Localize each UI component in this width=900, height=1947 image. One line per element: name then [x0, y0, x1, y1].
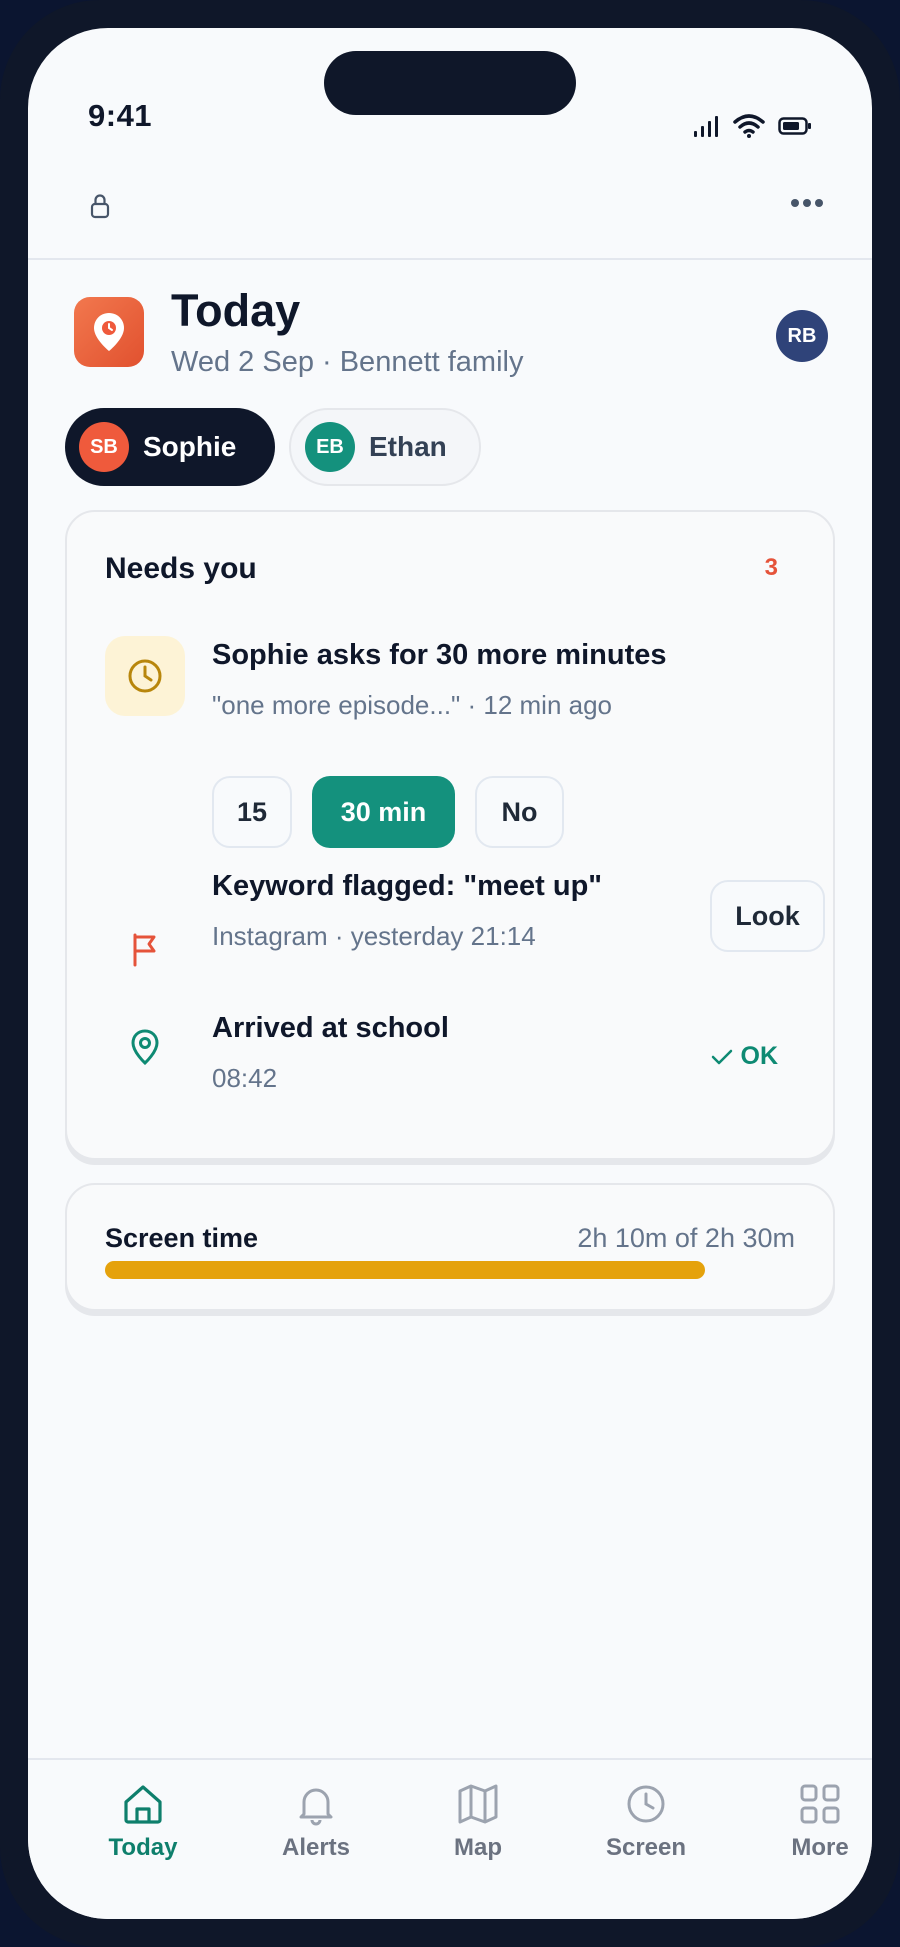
- status-icons: [692, 113, 812, 139]
- deny-button[interactable]: No: [475, 776, 564, 848]
- status-label: OK: [740, 1042, 779, 1070]
- needs-you-card: Needs you 3 Sophie asks for 30 more minu…: [65, 510, 835, 1160]
- child-name: Ethan: [369, 431, 447, 462]
- tab-today[interactable]: Today: [73, 1760, 213, 1862]
- check-icon: [711, 1049, 732, 1064]
- more-options-icon[interactable]: [790, 198, 824, 208]
- wifi-icon: [733, 114, 765, 138]
- status-time: 9:41: [88, 98, 153, 133]
- card-title: Needs you: [105, 552, 257, 585]
- screen-time-label: Screen time: [105, 1223, 259, 1253]
- screen-time-bar: [105, 1261, 797, 1279]
- screen-time-card[interactable]: Screen time 2h 10m of 2h 30m: [65, 1183, 835, 1311]
- child-chip-sophie[interactable]: SB Sophie: [65, 408, 275, 486]
- look-button[interactable]: Look: [710, 880, 825, 952]
- grant-15-button[interactable]: 15: [212, 776, 292, 848]
- user-avatar[interactable]: RB: [776, 310, 828, 362]
- keyword-subtitle: Instagram · yesterday 21:14: [212, 921, 536, 951]
- grid-icon: [800, 1784, 840, 1824]
- tab-alerts[interactable]: Alerts: [246, 1760, 386, 1862]
- screen-time-value: 2h 10m of 2h 30m: [577, 1223, 795, 1253]
- app-logo: [74, 297, 144, 367]
- screen-time-bar-fill: [105, 1261, 705, 1279]
- screen: 9:41 Today Wed 2 Sep · Bennett family RB…: [28, 28, 872, 1919]
- child-chip-ethan[interactable]: EB Ethan: [289, 408, 481, 486]
- avatar: SB: [79, 422, 129, 472]
- arrival-title: Arrived at school: [212, 1012, 449, 1044]
- grant-30-button[interactable]: 30 min: [312, 776, 455, 848]
- tab-label: Screen: [605, 1834, 687, 1861]
- clock-icon: [128, 659, 162, 693]
- location-pin-icon: [94, 313, 124, 351]
- tab-label: Map: [454, 1834, 502, 1861]
- lock-icon[interactable]: [90, 193, 110, 219]
- keyword-title: Keyword flagged: "meet up": [212, 870, 603, 902]
- time-request-subtitle: "one more episode..." · 12 min ago: [212, 690, 613, 720]
- page-subtitle: Wed 2 Sep · Bennett family: [171, 346, 524, 378]
- battery-icon: [778, 117, 811, 135]
- tab-more[interactable]: More: [750, 1760, 872, 1862]
- keyword-icon-tile: [105, 910, 185, 990]
- page-title: Today: [171, 285, 301, 336]
- phone-frame: 9:41 Today Wed 2 Sep · Bennett family RB…: [0, 0, 900, 1947]
- tab-label: Today: [108, 1834, 178, 1861]
- tab-label: Alerts: [281, 1834, 351, 1861]
- home-icon: [124, 1785, 162, 1824]
- clock-icon: [627, 1785, 665, 1823]
- bell-icon: [299, 1788, 333, 1826]
- child-name: Sophie: [143, 431, 237, 462]
- time-request-icon-tile: [105, 636, 185, 716]
- map-icon: [458, 1784, 498, 1824]
- arrival-icon-tile: [105, 1007, 185, 1087]
- arrival-status: OK: [711, 1042, 779, 1071]
- avatar: EB: [305, 422, 355, 472]
- child-selector: SB Sophie EB Ethan: [65, 408, 481, 486]
- top-bar: [28, 168, 872, 260]
- arrival-subtitle: 08:42: [212, 1063, 278, 1093]
- time-request-title: Sophie asks for 30 more minutes: [212, 639, 667, 671]
- signal-icon: [694, 116, 718, 137]
- tab-label: More: [791, 1834, 849, 1861]
- tab-screen[interactable]: Screen: [576, 1760, 716, 1862]
- tab-map[interactable]: Map: [408, 1760, 548, 1862]
- location-pin-icon: [131, 1029, 159, 1066]
- needs-count-badge: 3: [764, 554, 778, 581]
- flag-icon: [133, 933, 156, 967]
- dynamic-island: [324, 51, 576, 115]
- tab-bar: Today Alerts Map Screen More: [28, 1758, 872, 1919]
